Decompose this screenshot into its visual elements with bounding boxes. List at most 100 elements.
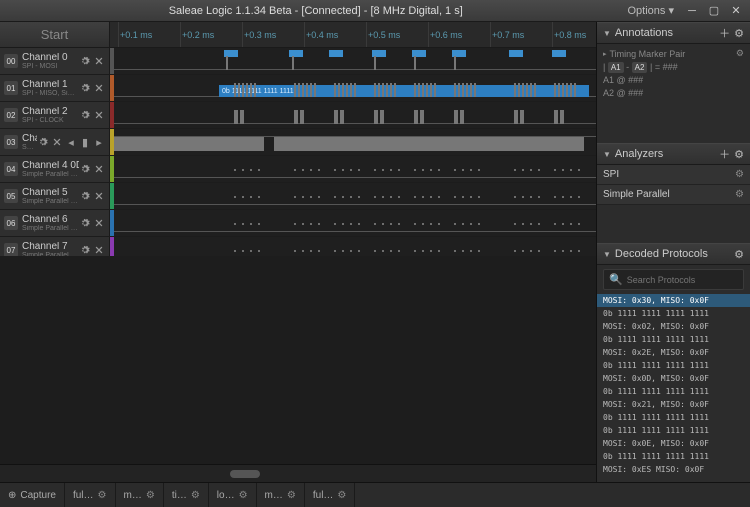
channel-close-icon[interactable] xyxy=(93,82,105,94)
channel-settings-icon[interactable] xyxy=(79,163,91,175)
gear-icon[interactable]: ⚙ xyxy=(146,490,155,501)
session-tab[interactable]: lo…⚙ xyxy=(209,483,257,507)
protocol-item[interactable]: 0b 1111 1111 1111 1111 xyxy=(597,359,750,372)
start-button[interactable]: Start xyxy=(0,22,110,47)
annotations-settings-icon[interactable]: ⚙ xyxy=(734,27,744,40)
channel-list: 00 Channel 0 SPI - MOSI 01 Channel 1 SPI… xyxy=(0,48,596,256)
session-tab[interactable]: m… ⚙ xyxy=(257,483,305,507)
channel-header[interactable]: 00 Channel 0 SPI - MOSI xyxy=(0,48,110,74)
channel-close-icon[interactable] xyxy=(93,244,105,256)
session-tab[interactable]: ful… ⚙ xyxy=(65,483,116,507)
channel-header[interactable]: 01 Channel 1 SPI - MISO, Simple Parallel… xyxy=(0,75,110,101)
options-menu[interactable]: Options ▾ xyxy=(628,4,675,17)
ruler-tick: +0.8 ms xyxy=(554,22,586,47)
tab-label: m… xyxy=(265,490,283,501)
protocol-item[interactable]: MOSI: 0x2E, MISO: 0x0F xyxy=(597,346,750,359)
channel-close-icon[interactable] xyxy=(93,217,105,229)
add-analyzer-button[interactable]: ＋ xyxy=(719,146,730,162)
waveform-area[interactable] xyxy=(114,48,596,74)
analyzers-settings-icon[interactable]: ⚙ xyxy=(734,148,744,161)
time-ruler[interactable]: +0.1 ms+0.2 ms+0.3 ms+0.4 ms+0.5 ms+0.6 … xyxy=(110,22,596,47)
channel-close-icon[interactable] xyxy=(93,55,105,67)
channel-header[interactable]: 04 Channel 4 0D00 Simple Parallel - D1 xyxy=(0,156,110,182)
protocol-item[interactable]: MOSI: 0x0D, MISO: 0x0F xyxy=(597,372,750,385)
channel-close-icon[interactable] xyxy=(93,163,105,175)
ruler-tick: +0.3 ms xyxy=(244,22,276,47)
channel-settings-icon[interactable] xyxy=(79,109,91,121)
gear-icon[interactable]: ⚙ xyxy=(736,48,744,59)
protocol-item[interactable]: 0b 1111 1111 1111 1111 xyxy=(597,333,750,346)
gear-icon[interactable]: ⚙ xyxy=(98,490,107,501)
annotations-header[interactable]: ▼ Annotations ＋ ⚙ xyxy=(597,22,750,44)
minimize-button[interactable]: ─ xyxy=(682,4,702,18)
capture-tab[interactable]: ⊕Capture xyxy=(0,483,65,507)
analyzers-header[interactable]: ▼ Analyzers ＋ ⚙ xyxy=(597,143,750,165)
channel-subtitle: SPI - CLOCK xyxy=(22,117,79,124)
tab-label: m… xyxy=(124,490,142,501)
channel-settings-icon[interactable] xyxy=(79,55,91,67)
channel-settings-icon[interactable] xyxy=(79,190,91,202)
channel-index: 07 xyxy=(4,243,18,256)
tab-label: ful… xyxy=(313,490,334,501)
tab-label: ful… xyxy=(73,490,94,501)
decoded-protocols-header[interactable]: ▼ Decoded Protocols ⚙ xyxy=(597,243,750,265)
channel-row: 01 Channel 1 SPI - MISO, Simple Parallel… xyxy=(0,75,596,102)
protocol-item[interactable]: MOSI: 0xES MISO: 0x0F xyxy=(597,463,750,476)
window-title: Saleae Logic 1.1.34 Beta - [Connected] -… xyxy=(4,5,628,17)
analyzer-item[interactable]: Simple Parallel⚙ xyxy=(597,185,750,205)
channel-settings-icon[interactable] xyxy=(37,136,49,148)
waveform-area[interactable] xyxy=(114,102,596,128)
channel-header[interactable]: 06 Channel 6 Simple Parallel - D3 xyxy=(0,210,110,236)
waveform-area[interactable] xyxy=(114,210,596,236)
channel-settings-icon[interactable] xyxy=(79,244,91,256)
channel-header[interactable]: 07 Channel 7 Simple Parallel - D10 xyxy=(0,237,110,256)
protocol-item[interactable]: MOSI: 0x0E, MISO: 0x0F xyxy=(597,437,750,450)
waveform-area[interactable] xyxy=(114,156,596,182)
protocol-item[interactable]: MOSI: 0x30, MISO: 0x0F xyxy=(597,294,750,307)
protocol-item[interactable]: 0b 1111 1111 1111 1111 xyxy=(597,450,750,463)
channel-close-icon[interactable] xyxy=(51,136,63,148)
gear-icon[interactable]: ⚙ xyxy=(735,189,744,200)
gear-icon[interactable]: ⚙ xyxy=(735,169,744,180)
trigger-edge-icon[interactable]: ▮ xyxy=(79,136,91,148)
protocol-item[interactable]: MOSI: 0x02, MISO: 0x0F xyxy=(597,320,750,333)
gear-icon[interactable]: ⚙ xyxy=(239,490,248,501)
protocol-item[interactable]: 0b 1111 1111 1111 1111 xyxy=(597,385,750,398)
channel-index: 06 xyxy=(4,216,18,230)
channel-close-icon[interactable] xyxy=(93,109,105,121)
tab-label: ti… xyxy=(172,490,187,501)
channel-settings-icon[interactable] xyxy=(79,217,91,229)
close-button[interactable]: ✕ xyxy=(726,4,746,18)
gear-icon[interactable]: ⚙ xyxy=(191,490,200,501)
trigger-prev-icon[interactable]: ◂ xyxy=(65,136,77,148)
scrollbar-thumb[interactable] xyxy=(230,470,260,478)
channel-close-icon[interactable] xyxy=(93,190,105,202)
protocol-item[interactable]: 0b 1111 1111 1111 1111 xyxy=(597,411,750,424)
decoded-settings-icon[interactable]: ⚙ xyxy=(734,248,744,261)
add-annotation-button[interactable]: ＋ xyxy=(719,25,730,41)
protocol-item[interactable]: 0b 1111 1111 1111 1111 xyxy=(597,424,750,437)
protocol-item[interactable]: MOSI: 0x21, MISO: 0x0F xyxy=(597,398,750,411)
waveform-area[interactable] xyxy=(114,237,596,256)
session-tab[interactable]: ful…⚙ xyxy=(305,483,356,507)
protocol-search-input[interactable] xyxy=(627,275,744,285)
channel-settings-icon[interactable] xyxy=(79,82,91,94)
channel-header[interactable]: 02 Channel 2 SPI - CLOCK xyxy=(0,102,110,128)
trigger-next-icon[interactable]: ▸ xyxy=(93,136,105,148)
capture-icon: ⊕ xyxy=(8,490,16,501)
protocol-list[interactable]: MOSI: 0x30, MISO: 0x0F0b 1111 1111 1111 … xyxy=(597,294,750,482)
analyzer-item[interactable]: SPI⚙ xyxy=(597,165,750,185)
waveform-area[interactable]: 0b 1111 1111 1111 1111 xyxy=(114,75,596,101)
gear-icon[interactable]: ⚙ xyxy=(337,490,346,501)
channel-header[interactable]: 05 Channel 5 Simple Parallel - D2 xyxy=(0,183,110,209)
protocol-item[interactable]: 0b 1111 1111 1111 1111 xyxy=(597,307,750,320)
session-tab[interactable]: m… ⚙ xyxy=(116,483,164,507)
waveform-area[interactable] xyxy=(114,129,596,155)
protocol-search[interactable]: 🔍 xyxy=(603,269,744,290)
gear-icon[interactable]: ⚙ xyxy=(287,490,296,501)
horizontal-scrollbar[interactable] xyxy=(0,464,596,482)
maximize-button[interactable]: ▢ xyxy=(704,4,724,18)
channel-header[interactable]: 03 Channel 3 SPI - ENABLE ◂▮▸ xyxy=(0,129,110,155)
session-tab[interactable]: ti… ⚙ xyxy=(164,483,209,507)
waveform-area[interactable] xyxy=(114,183,596,209)
